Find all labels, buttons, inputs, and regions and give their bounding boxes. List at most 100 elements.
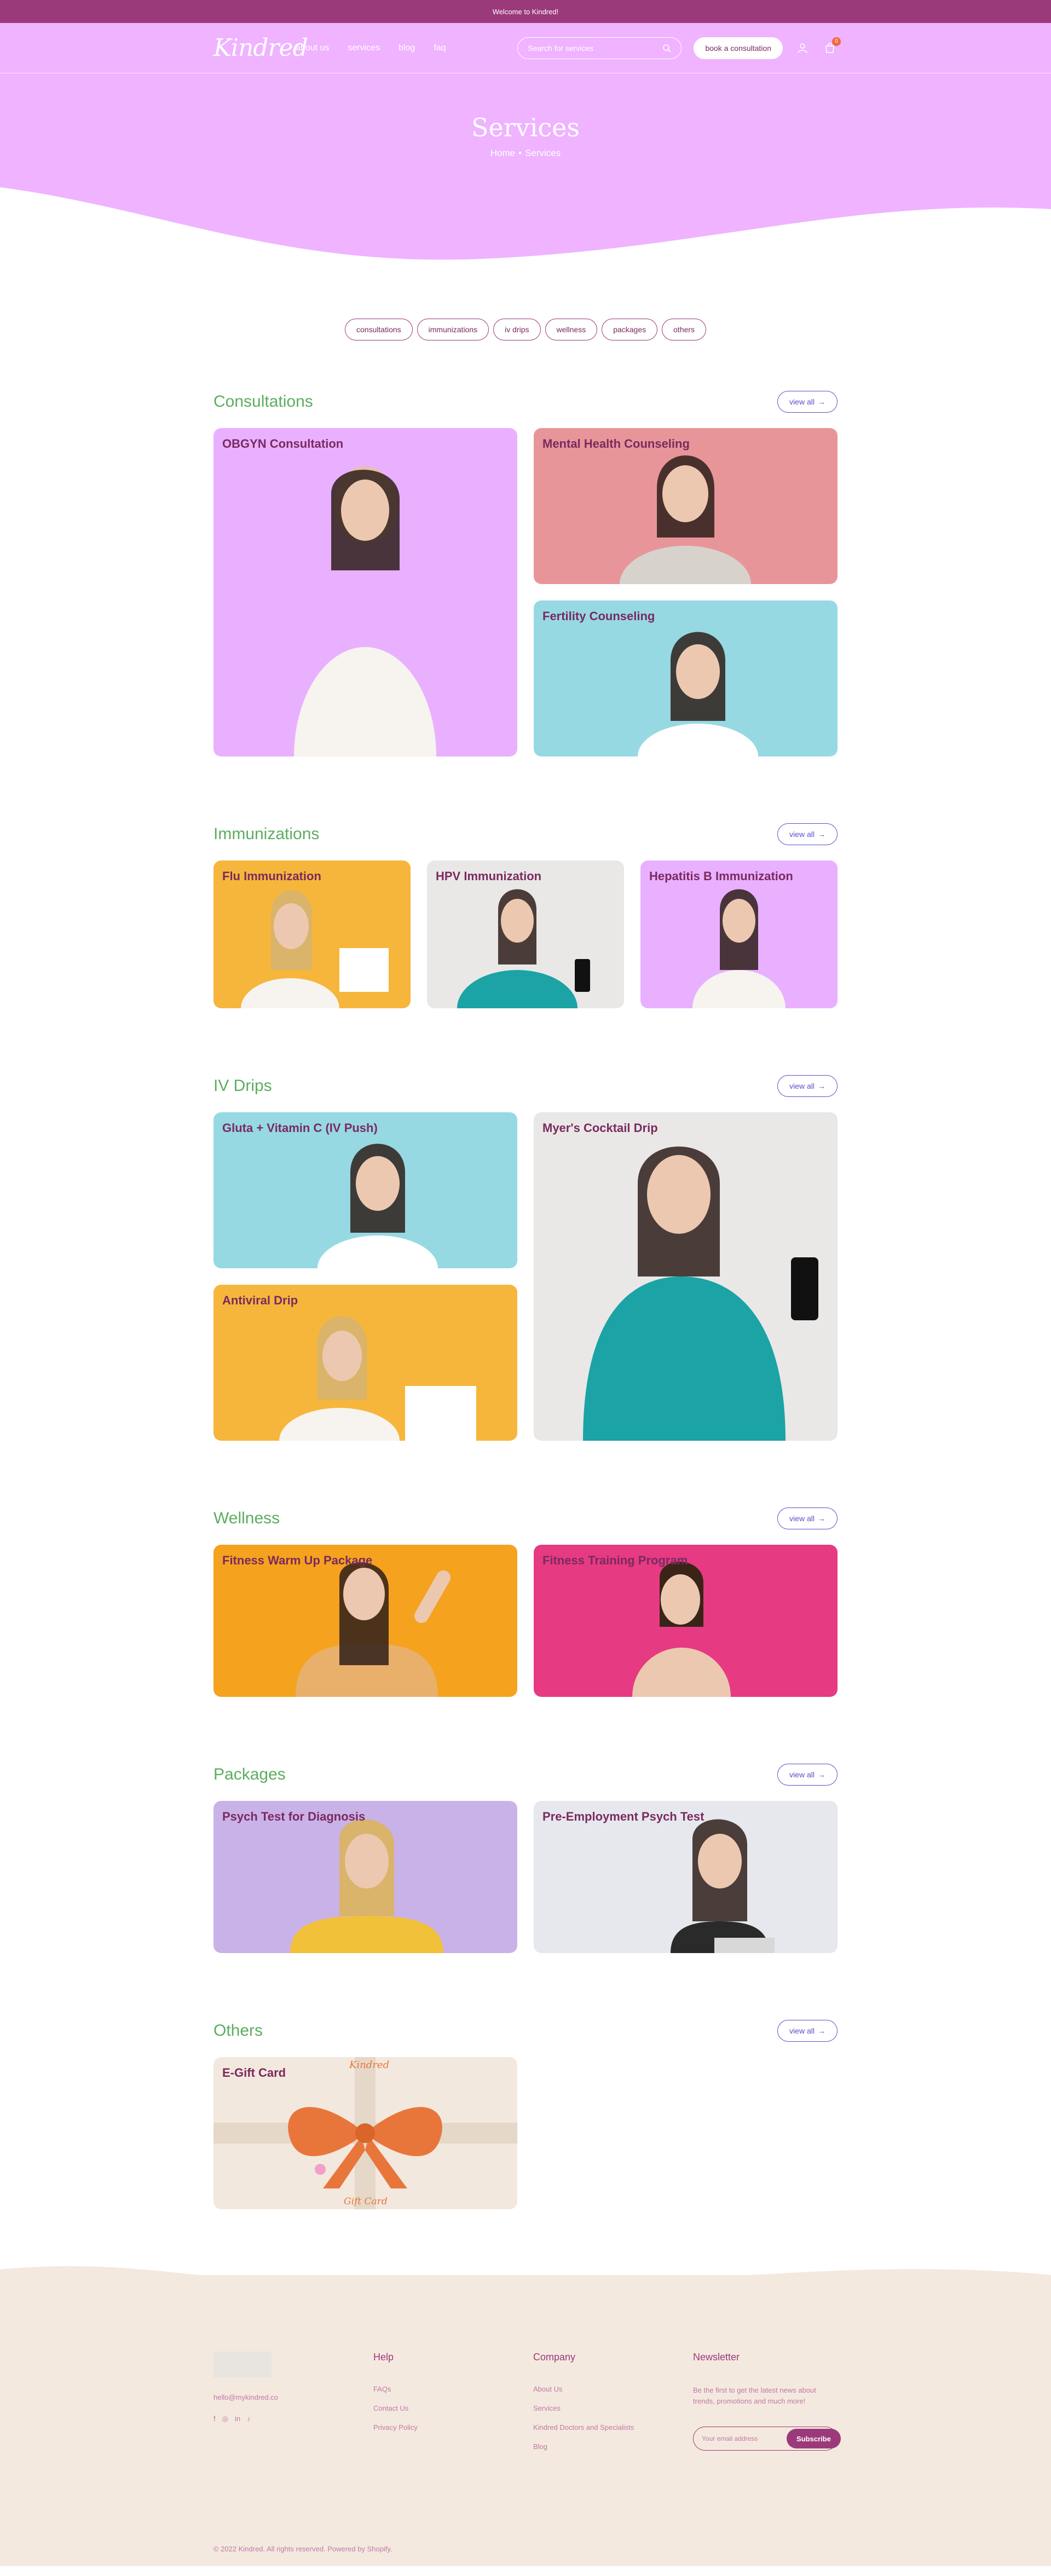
- filter-others[interactable]: others: [662, 319, 707, 340]
- nav-links: about us services blog faq: [296, 43, 446, 53]
- section-consultations: Consultations view all → OBGYN Consultati…: [213, 390, 838, 756]
- nav-link-services[interactable]: services: [348, 43, 380, 53]
- logo[interactable]: Kindred: [213, 34, 308, 62]
- breadcrumb-separator: •: [518, 148, 522, 158]
- breadcrumb-home[interactable]: Home: [490, 148, 515, 158]
- filter-immunizations[interactable]: immunizations: [417, 319, 489, 340]
- section-title: Consultations: [213, 392, 313, 411]
- card-title: Psych Test for Diagnosis: [222, 1810, 366, 1823]
- arrow-right-icon: →: [817, 1514, 825, 1523]
- service-card[interactable]: Hepatitis B Immunization: [640, 860, 838, 1008]
- filter-wellness[interactable]: wellness: [545, 319, 598, 340]
- site-footer: hello@mykindred.co f ◎ in ♪ Help FAQs Co…: [0, 2266, 1051, 2566]
- footer-logo[interactable]: [213, 2352, 272, 2378]
- footer-link-contact-us[interactable]: Contact Us: [373, 2404, 533, 2412]
- footer-link-services[interactable]: Services: [533, 2404, 693, 2412]
- card-title: HPV Immunization: [436, 869, 542, 883]
- breadcrumb-current: Services: [525, 148, 561, 158]
- announcement-text: Welcome to Kindred!: [492, 7, 559, 16]
- facebook-icon[interactable]: f: [213, 2415, 216, 2423]
- card-title: Myer's Cocktail Drip: [542, 1121, 658, 1135]
- nav-link-blog[interactable]: blog: [399, 43, 415, 53]
- section-title: Immunizations: [213, 825, 320, 843]
- footer-company-heading: Company: [533, 2352, 576, 2363]
- footer-link-blog[interactable]: Blog: [533, 2442, 693, 2451]
- model-photo: [620, 455, 751, 584]
- footer-help-heading: Help: [373, 2352, 394, 2363]
- filter-packages[interactable]: packages: [602, 319, 658, 340]
- service-card[interactable]: E-Gift Card Kindred Gift Card: [213, 2057, 517, 2209]
- view-all-label: view all: [789, 1770, 815, 1779]
- section-immunizations: Immunizations view all → Flu Immunization…: [213, 822, 838, 1008]
- search-input[interactable]: [528, 43, 663, 53]
- view-all-label: view all: [789, 830, 815, 839]
- card-title: Pre-Employment Psych Test: [542, 1810, 704, 1823]
- announcement-bar: Welcome to Kindred!: [0, 0, 1051, 23]
- arrow-right-icon: →: [817, 2026, 825, 2035]
- tiktok-icon[interactable]: ♪: [247, 2415, 251, 2423]
- footer-wave: [0, 2266, 1051, 2308]
- view-all-button[interactable]: view all →: [777, 2020, 838, 2042]
- section-packages: Packages view all → Psych Test for Diagno…: [213, 1763, 838, 1953]
- service-card[interactable]: Fertility Counseling: [534, 600, 838, 756]
- service-card[interactable]: HPV Immunization: [427, 860, 624, 1008]
- section-title: IV Drips: [213, 1077, 272, 1095]
- view-all-button[interactable]: view all →: [777, 391, 838, 413]
- section-title: Packages: [213, 1765, 286, 1783]
- model-photo: [317, 1143, 438, 1268]
- nav-link-about-us[interactable]: about us: [296, 43, 329, 53]
- service-card[interactable]: Gluta + Vitamin C (IV Push): [213, 1112, 517, 1268]
- card-title: OBGYN Consultation: [222, 437, 344, 450]
- newsletter-email-input[interactable]: [695, 2435, 787, 2442]
- card-title: Hepatitis B Immunization: [649, 869, 793, 883]
- book-consultation-button[interactable]: book a consultation: [694, 37, 783, 59]
- view-all-button[interactable]: view all →: [777, 823, 838, 845]
- footer-link-doctors[interactable]: Kindred Doctors and Specialists: [533, 2423, 693, 2431]
- gift-card-label: Gift Card: [344, 2196, 388, 2207]
- search-icon[interactable]: [662, 44, 671, 53]
- linkedin-icon[interactable]: in: [235, 2415, 240, 2423]
- instagram-icon[interactable]: ◎: [222, 2415, 228, 2423]
- subscribe-button[interactable]: Subscribe: [787, 2429, 841, 2448]
- model-photo: [279, 1316, 476, 1441]
- user-icon[interactable]: [795, 41, 810, 56]
- cart-icon[interactable]: 0: [822, 37, 841, 56]
- card-title: E-Gift Card: [222, 2066, 286, 2080]
- service-card[interactable]: Fitness Training Program: [534, 1545, 838, 1697]
- service-card[interactable]: Myer's Cocktail Drip: [534, 1112, 838, 1441]
- view-all-label: view all: [789, 397, 815, 406]
- arrow-right-icon: →: [817, 1082, 825, 1090]
- card-title: Fitness Warm Up Package: [222, 1553, 373, 1567]
- service-card[interactable]: Pre-Employment Psych Test: [534, 1801, 838, 1953]
- service-card[interactable]: Flu Immunization: [213, 860, 411, 1008]
- footer-link-about-us[interactable]: About Us: [533, 2385, 693, 2393]
- view-all-button[interactable]: view all →: [777, 1075, 838, 1097]
- footer-link-privacy-policy[interactable]: Privacy Policy: [373, 2423, 533, 2431]
- search-box: [517, 37, 682, 59]
- cart-count-badge: 0: [832, 37, 841, 46]
- model-photo: [583, 1146, 818, 1441]
- service-card[interactable]: Fitness Warm Up Package: [213, 1545, 517, 1697]
- section-iv-drips: IV Drips view all → Gluta + Vitamin C (IV…: [213, 1074, 838, 1441]
- footer-newsletter-heading: Newsletter: [693, 2352, 740, 2363]
- section-others: Others view all → E-Gift Card Kindred Gif…: [213, 2019, 838, 2209]
- breadcrumb: Home • Services: [0, 148, 1051, 159]
- category-filters: consultations immunizations iv drips wel…: [0, 319, 1051, 340]
- view-all-button[interactable]: view all →: [777, 1764, 838, 1786]
- view-all-button[interactable]: view all →: [777, 1508, 838, 1529]
- footer-link-faqs[interactable]: FAQs: [373, 2385, 533, 2393]
- card-title: Fitness Training Program: [542, 1553, 688, 1567]
- filter-iv-drips[interactable]: iv drips: [493, 319, 541, 340]
- service-card[interactable]: Psych Test for Diagnosis: [213, 1801, 517, 1953]
- filter-consultations[interactable]: consultations: [344, 319, 413, 340]
- service-card[interactable]: Mental Health Counseling: [534, 428, 838, 584]
- copyright: © 2022 Kindred. All rights reserved. Pow…: [213, 2545, 392, 2553]
- footer-email[interactable]: hello@mykindred.co: [213, 2393, 373, 2401]
- view-all-label: view all: [789, 1514, 815, 1523]
- arrow-right-icon: →: [817, 830, 825, 839]
- gift-card-brand: Kindred: [349, 2059, 390, 2071]
- page-title: Services: [471, 113, 580, 142]
- service-card[interactable]: OBGYN Consultation: [213, 428, 517, 756]
- nav-link-faq[interactable]: faq: [434, 43, 446, 53]
- service-card[interactable]: Antiviral Drip: [213, 1285, 517, 1441]
